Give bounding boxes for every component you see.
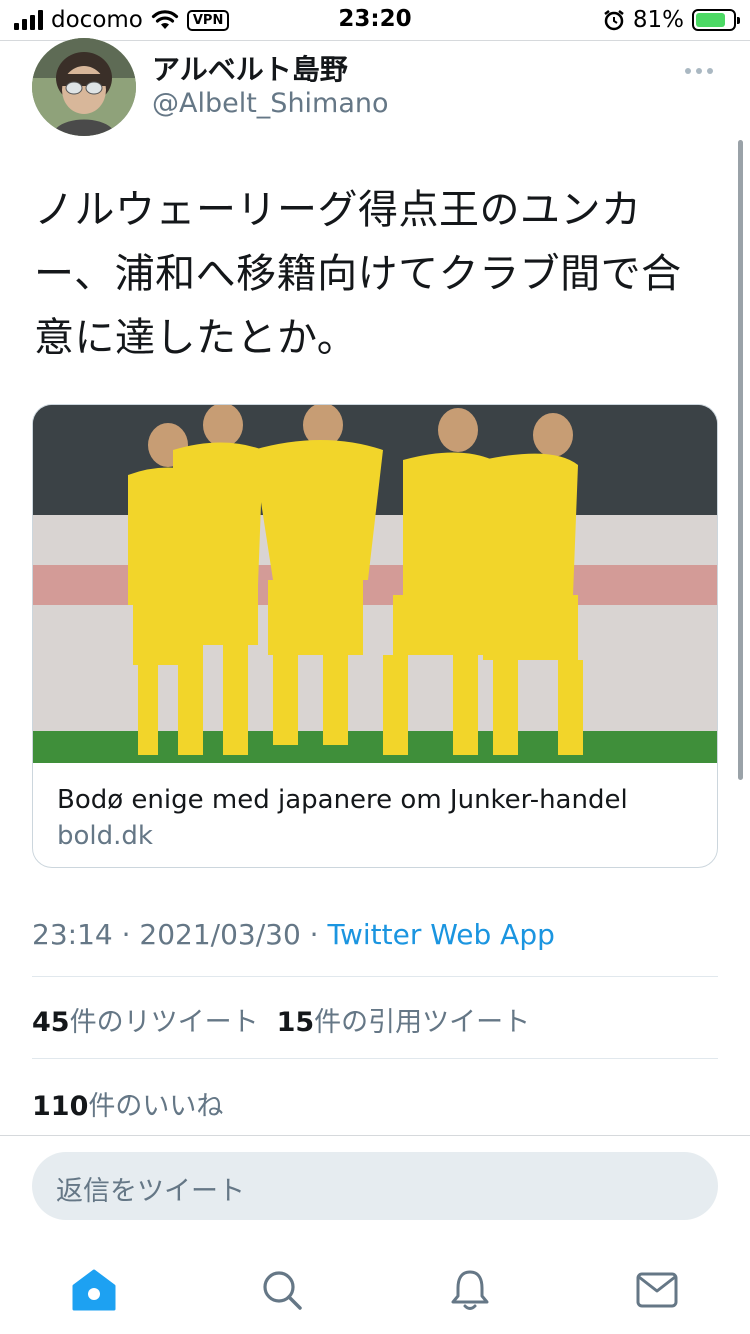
retweets-label: 件のリツイート	[69, 1007, 259, 1038]
likes-stat[interactable]: 110件のいいね	[32, 1084, 223, 1123]
reply-input[interactable]: 返信をツイート	[32, 1152, 718, 1220]
display-name[interactable]: アルベルト島野	[152, 48, 348, 88]
user-handle[interactable]: @Albelt_Shimano	[152, 88, 389, 119]
scrollbar[interactable]	[738, 140, 743, 780]
card-domain: bold.dk	[57, 821, 153, 851]
search-icon	[263, 1271, 302, 1310]
card-image	[33, 405, 717, 763]
retweets-count: 45	[32, 1007, 70, 1038]
reply-placeholder: 返信をツイート	[56, 1176, 245, 1207]
header-divider	[0, 40, 750, 41]
tweet-source-link[interactable]: Twitter Web App	[327, 918, 554, 951]
likes-label: 件のいいね	[88, 1091, 224, 1122]
card-title: Bodø enige med japanere om Junker-handel	[57, 785, 628, 815]
tab-bar	[0, 1250, 750, 1334]
quotes-stat[interactable]: 15件の引用ツイート	[277, 1007, 531, 1038]
tab-home[interactable]	[66, 1262, 122, 1318]
engagement-stats: 45件のリツイート 15件の引用ツイート	[32, 1000, 530, 1039]
home-icon	[72, 1269, 116, 1311]
divider	[32, 976, 718, 977]
battery-charging-icon	[692, 9, 740, 31]
notifications-icon	[451, 1270, 489, 1310]
messages-icon	[636, 1272, 678, 1308]
more-icon[interactable]	[684, 56, 714, 81]
tweet-timestamp: 23:14 · 2021/03/30 ·	[32, 918, 328, 951]
retweets-stat[interactable]: 45件のリツイート	[32, 1007, 259, 1038]
status-bar: docomo VPN 23:20 81%	[0, 0, 750, 40]
quotes-count: 15	[276, 1007, 315, 1038]
tab-notifications[interactable]	[442, 1262, 498, 1318]
alarm-icon	[604, 10, 624, 31]
tab-search[interactable]	[254, 1262, 310, 1318]
tab-messages[interactable]	[629, 1262, 685, 1318]
status-right: 81%	[603, 6, 740, 34]
divider	[0, 1135, 750, 1136]
avatar-image	[32, 38, 136, 136]
link-card[interactable]: Bodø enige med japanere om Junker-handel…	[32, 404, 718, 868]
quotes-label: 件の引用ツイート	[314, 1007, 531, 1038]
tweet-text: ノルウェーリーグ得点王のユンカー、浦和へ移籍向けてクラブ間で合意に達したとか。	[34, 187, 682, 361]
battery-percent: 81%	[632, 7, 684, 33]
likes-count: 110	[32, 1091, 89, 1122]
battery-level-fill	[696, 13, 726, 27]
divider	[32, 1058, 718, 1059]
avatar[interactable]	[32, 38, 136, 136]
tweet-meta: 23:14 · 2021/03/30 · Twitter Web App	[32, 918, 555, 951]
